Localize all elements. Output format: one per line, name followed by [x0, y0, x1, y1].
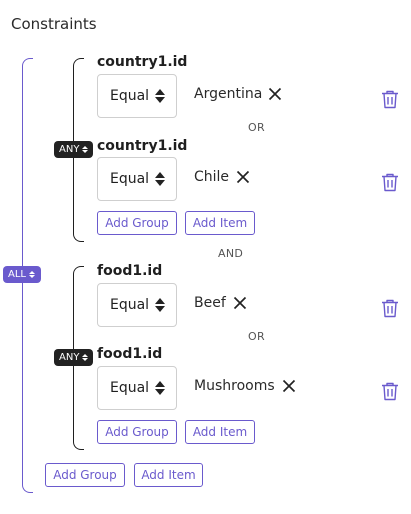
- operator-select[interactable]: Equal: [97, 74, 177, 118]
- item-field-label: food1.id: [97, 263, 163, 279]
- item-value: Argentina: [194, 86, 263, 102]
- add-group-button[interactable]: Add Group: [97, 211, 177, 235]
- close-icon[interactable]: [268, 87, 282, 101]
- up-down-arrows-icon: [155, 172, 165, 186]
- item-value: Beef: [194, 295, 226, 311]
- trash-icon[interactable]: [381, 381, 399, 401]
- root-separator: AND: [218, 247, 244, 260]
- add-item-button[interactable]: Add Item: [185, 211, 255, 235]
- trash-icon[interactable]: [381, 89, 399, 109]
- up-down-arrows-icon: [82, 145, 89, 154]
- root-add-group-button[interactable]: Add Group: [45, 463, 125, 487]
- operator-select-value: Equal: [110, 88, 150, 104]
- operator-select[interactable]: Equal: [97, 366, 177, 410]
- add-item-button[interactable]: Add Item: [185, 420, 255, 444]
- close-icon[interactable]: [233, 296, 247, 310]
- operator-select-value: Equal: [110, 171, 150, 187]
- root-add-item-button[interactable]: Add Item: [134, 463, 203, 487]
- operator-select[interactable]: Equal: [97, 157, 177, 201]
- group-1-logic-toggle[interactable]: ANY: [54, 141, 93, 158]
- operator-select[interactable]: Equal: [97, 283, 177, 327]
- up-down-arrows-icon: [155, 89, 165, 103]
- group-2-logic-label: ANY: [59, 352, 80, 363]
- operator-select-value: Equal: [110, 380, 150, 396]
- up-down-arrows-icon: [155, 298, 165, 312]
- root-logic-toggle[interactable]: ALL: [3, 266, 41, 283]
- up-down-arrows-icon: [28, 270, 35, 279]
- item-field-label: food1.id: [97, 346, 163, 362]
- add-group-button[interactable]: Add Group: [97, 420, 177, 444]
- trash-icon[interactable]: [381, 298, 399, 318]
- trash-icon[interactable]: [381, 172, 399, 192]
- item-field-label: country1.id: [97, 54, 188, 70]
- operator-select-value: Equal: [110, 297, 150, 313]
- group-2-separator: OR: [248, 330, 265, 343]
- item-value: Chile: [194, 169, 230, 185]
- up-down-arrows-icon: [155, 381, 165, 395]
- group-1-separator: OR: [248, 121, 265, 134]
- constraints-title: Constraints: [11, 15, 97, 33]
- item-field-label: country1.id: [97, 138, 188, 154]
- close-icon[interactable]: [282, 379, 296, 393]
- group-1-logic-label: ANY: [59, 144, 80, 155]
- up-down-arrows-icon: [82, 353, 89, 362]
- root-logic-label: ALL: [8, 269, 26, 280]
- group-2-logic-toggle[interactable]: ANY: [54, 349, 93, 366]
- close-icon[interactable]: [236, 170, 250, 184]
- item-value: Mushrooms: [194, 378, 275, 394]
